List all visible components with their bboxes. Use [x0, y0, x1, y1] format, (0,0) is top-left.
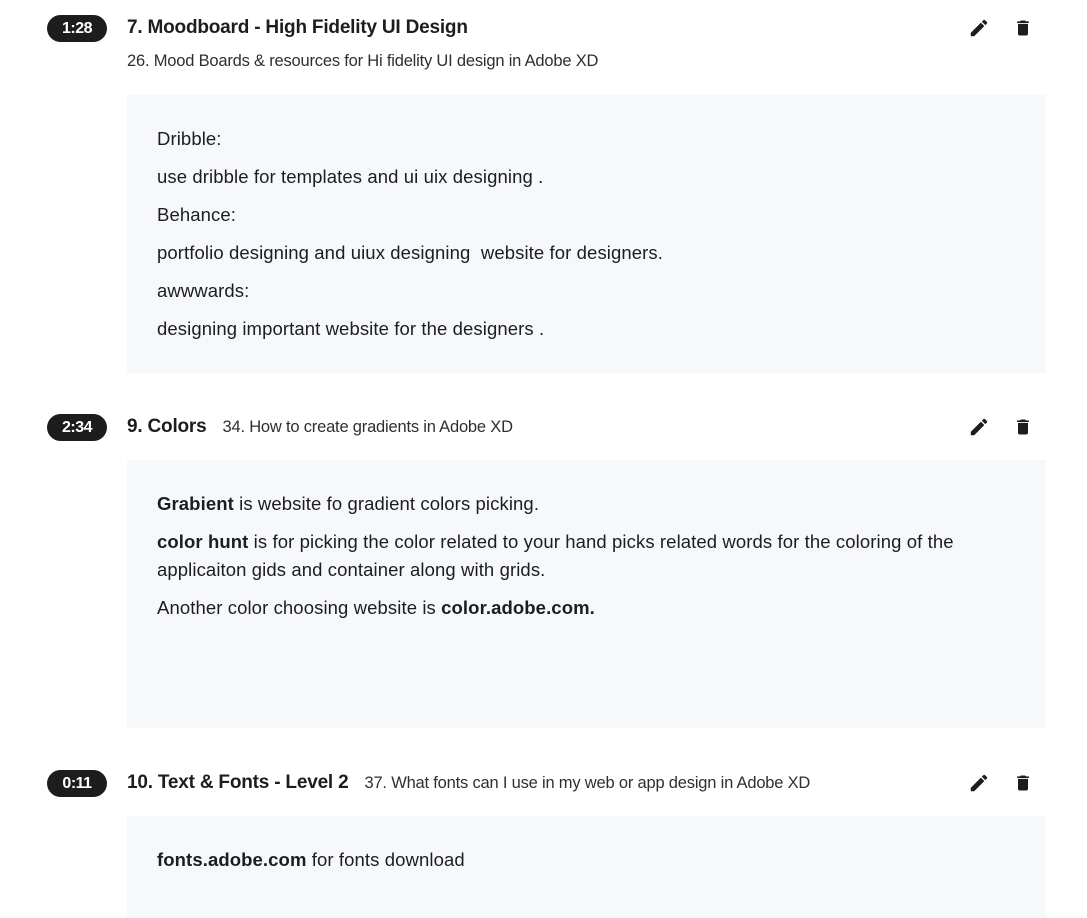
note-text: awwwards: [157, 280, 250, 301]
note-text: Behance: [157, 204, 236, 225]
delete-button[interactable] [1010, 15, 1036, 41]
title-row: 10. Text & Fonts - Level 2 37. What fonts… [127, 772, 810, 794]
note-content[interactable]: Dribble: use dribble for templates and u… [127, 95, 1046, 373]
section-title: 7. Moodboard - High Fidelity UI Design [127, 17, 468, 38]
timestamp-badge[interactable]: 0:11 [47, 770, 107, 797]
note-text: is website fo gradient colors picking. [233, 493, 540, 514]
note-bold-text: color hunt [157, 531, 249, 552]
note-bold-text: fonts.adobe.com [157, 849, 307, 870]
note-content[interactable]: fonts.adobe.com for fonts download [127, 816, 1046, 918]
note-paragraph: Dribble: [157, 125, 1016, 153]
note-text: use dribble for templates and ui uix des… [157, 166, 544, 187]
section-title: 9. Colors [127, 416, 207, 437]
note-text: portfolio designing and uiux designing w… [157, 242, 664, 263]
note-bold-text: color.adobe.com. [441, 597, 595, 618]
title-row: 9. Colors 34. How to create gradients in … [127, 416, 513, 438]
trash-icon [1017, 20, 1029, 36]
lecture-title: 34. How to create gradients in Adobe XD [222, 418, 513, 436]
note-bold-text: Grabient [157, 493, 234, 514]
edit-button[interactable] [966, 15, 992, 41]
note-paragraph: Another color choosing website is color.… [157, 594, 1016, 622]
pencil-icon [970, 19, 988, 37]
note-paragraph: Grabient is website fo gradient colors p… [157, 490, 1016, 518]
delete-button[interactable] [1010, 770, 1036, 796]
note-text: for fonts download [306, 849, 465, 870]
trash-icon [1017, 419, 1029, 435]
timestamp-badge[interactable]: 1:28 [47, 15, 107, 42]
pencil-icon [970, 418, 988, 436]
note-paragraph: use dribble for templates and ui uix des… [157, 163, 1016, 191]
note-paragraph: designing important website for the desi… [157, 315, 1016, 343]
note-paragraph: portfolio designing and uiux designing w… [157, 239, 1016, 267]
note-text: is for picking the color related to your… [157, 531, 959, 580]
edit-button[interactable] [966, 414, 992, 440]
lecture-title: 37. What fonts can I use in my web or ap… [364, 774, 811, 792]
note-paragraph: color hunt is for picking the color rela… [157, 528, 1016, 584]
timestamp-badge[interactable]: 2:34 [47, 414, 107, 441]
section-title: 10. Text & Fonts - Level 2 [127, 772, 349, 793]
trash-icon [1017, 775, 1029, 791]
note-paragraph: awwwards: [157, 277, 1016, 305]
note-content[interactable]: Grabient is website fo gradient colors p… [127, 460, 1046, 728]
lecture-title: 26. Mood Boards & resources for Hi fidel… [127, 52, 599, 70]
note-text: designing important website for the desi… [157, 318, 545, 339]
delete-button[interactable] [1010, 414, 1036, 440]
pencil-icon [970, 774, 988, 792]
note-text: Another color choosing website is [157, 597, 442, 618]
note-paragraph: Behance: [157, 201, 1016, 229]
edit-button[interactable] [966, 770, 992, 796]
note-text: Dribble: [157, 128, 222, 149]
note-paragraph: fonts.adobe.com for fonts download [157, 846, 1016, 874]
